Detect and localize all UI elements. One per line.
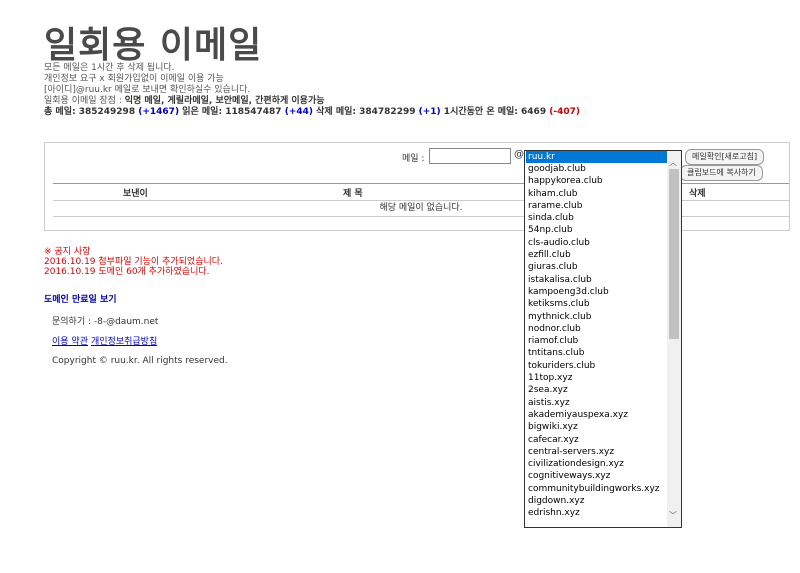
contact-info: 문의하기 : -8-@daum.net <box>52 317 159 327</box>
check-mail-button[interactable]: 메일확인[새로고침] <box>685 149 765 165</box>
domain-option[interactable]: mythnick.club <box>528 311 664 323</box>
domain-option-selected[interactable]: ruu.kr <box>526 151 668 163</box>
info-line: [아이디]@ruu.kr 메일로 보내면 확인하실수 있습니다. <box>44 85 251 95</box>
notice-item: 2016.10.19 첨부파일 기능이 추가되었습니다. <box>44 257 223 267</box>
service-info: 모든 메일은 1시간 후 삭제 됩니다. 개인정보 요구 x 회원가입없이 이메… <box>44 63 580 118</box>
domain-option[interactable]: tntitans.club <box>528 347 664 359</box>
domain-option[interactable]: tokuriders.club <box>528 360 664 372</box>
mail-stats: 총 메일: 385249298 (+1467) 읽은 메일: 118547487… <box>44 107 580 117</box>
domain-option[interactable]: goodjab.club <box>528 163 664 175</box>
domain-option[interactable]: bigwiki.xyz <box>528 421 664 433</box>
info-line: 모든 메일은 1시간 후 삭제 됩니다. <box>44 63 175 73</box>
col-sender: 보낸이 <box>123 189 148 199</box>
domain-option[interactable]: ezfill.club <box>528 249 664 261</box>
domain-option[interactable]: edrishn.xyz <box>528 507 664 519</box>
domain-option[interactable]: akademiyauspexa.xyz <box>528 409 664 421</box>
privacy-link[interactable]: 개인정보취급방침 <box>91 337 157 347</box>
terms-link[interactable]: 이용 약관 <box>52 337 88 347</box>
copy-clipboard-button[interactable]: 클립보드에 복사하기 <box>680 165 763 181</box>
domain-option[interactable]: happykorea.club <box>528 175 664 187</box>
domain-option[interactable]: aistis.xyz <box>528 397 664 409</box>
notice-title: ※ 공지 사항 <box>44 247 91 257</box>
domain-expiry-link[interactable]: 도메인 만료일 보기 <box>44 292 117 305</box>
info-line: 일회용 이메일 장점 : 익명 메일, 게릴라메일, 보안메일, 간편하게 이용… <box>44 96 325 106</box>
domain-option[interactable]: riamof.club <box>528 335 664 347</box>
hour-count: 6469 <box>521 107 547 117</box>
mail-id-input[interactable] <box>429 148 511 164</box>
col-delete: 삭제 <box>689 189 706 199</box>
domain-option[interactable]: central-servers.xyz <box>528 446 664 458</box>
domain-option[interactable]: civilizationdesign.xyz <box>528 458 664 470</box>
chevron-up-icon[interactable]: ︿ <box>669 157 677 168</box>
domain-option[interactable]: 2sea.xyz <box>528 384 664 396</box>
deleted-count: 384782299 <box>359 107 416 117</box>
domain-option[interactable]: communitybuildingworks.xyz <box>528 483 664 495</box>
scrollbar-thumb[interactable] <box>669 169 679 339</box>
domain-option-list: goodjab.club happykorea.club kiham.club rar… <box>528 163 664 520</box>
notice-item: 2016.10.19 도메인 60개 추가하였습니다. <box>44 267 210 277</box>
col-subject: 제 목 <box>343 189 363 199</box>
copyright: Copyright © ruu.kr. All rights reserved. <box>52 356 228 366</box>
page-title: 일회용 이메일 <box>44 25 263 66</box>
domain-option[interactable]: 11top.xyz <box>528 372 664 384</box>
footer-links: 이용 약관 개인정보취급방침 <box>52 334 160 347</box>
at-sign: @ <box>514 149 524 160</box>
notice-section: ※ 공지 사항 2016.10.19 첨부파일 기능이 추가되었습니다. 201… <box>44 247 223 277</box>
domain-option[interactable]: rarame.club <box>528 200 664 212</box>
domain-option[interactable]: ketiksms.club <box>528 298 664 310</box>
domain-option[interactable]: giuras.club <box>528 261 664 273</box>
domain-option[interactable]: 54np.club <box>528 224 664 236</box>
dropdown-scrollbar[interactable]: ︿ ﹀ <box>667 151 681 527</box>
domain-option[interactable]: istakalisa.club <box>528 274 664 286</box>
mail-label: 메일 : <box>402 154 425 164</box>
read-count: 118547487 <box>225 107 282 117</box>
info-line: 개인정보 요구 x 회원가입없이 이메일 이용 가능 <box>44 74 224 84</box>
domain-option[interactable]: kampoeng3d.club <box>528 286 664 298</box>
domain-option[interactable]: nodnor.club <box>528 323 664 335</box>
domain-option[interactable]: kiham.club <box>528 188 664 200</box>
domain-option[interactable]: cognitiveways.xyz <box>528 470 664 482</box>
domain-option[interactable]: digdown.xyz <box>528 495 664 507</box>
domain-option[interactable]: cafecar.xyz <box>528 434 664 446</box>
domain-dropdown[interactable]: ruu.kr goodjab.club happykorea.club kiham.… <box>524 150 682 528</box>
total-count: 385249298 <box>78 107 136 117</box>
domain-option[interactable]: cls-audio.club <box>528 237 664 249</box>
domain-option[interactable]: sinda.club <box>528 212 664 224</box>
chevron-down-icon[interactable]: ﹀ <box>669 510 677 521</box>
